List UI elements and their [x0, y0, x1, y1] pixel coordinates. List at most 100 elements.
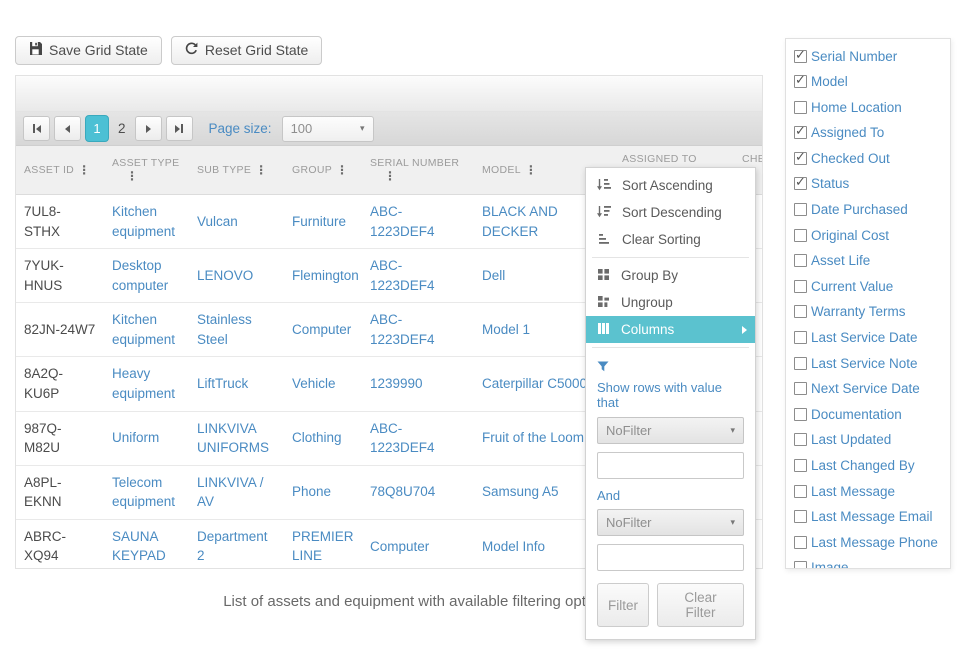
page-size-select[interactable]: 100 ▾ [282, 116, 374, 142]
cell-sub-type: LINKVIVA UNIFORMS [189, 412, 284, 465]
columns-icon [597, 322, 610, 338]
checkbox[interactable] [794, 126, 807, 139]
checkbox[interactable] [794, 305, 807, 318]
column-toggle-documentation[interactable]: Documentation [794, 405, 950, 423]
cell-group: Flemington [284, 249, 362, 302]
checkbox[interactable] [794, 561, 807, 569]
column-toggle-last-service-note[interactable]: Last Service Note [794, 354, 950, 372]
column-toggle-next-service-date[interactable]: Next Service Date [794, 380, 950, 398]
column-header-sub-type[interactable]: SUB TYPE ⋮ [189, 146, 284, 194]
filter-operator-select-1[interactable]: NoFilter ▾ [597, 417, 744, 444]
column-toggle-original-cost[interactable]: Original Cost [794, 226, 950, 244]
column-context-menu: Sort Ascending Sort Descending Clear Sor… [585, 167, 756, 640]
column-header-asset-id[interactable]: ASSET ID ⋮ [16, 146, 104, 194]
cell-asset-id: 7YUK-HNUS [16, 249, 104, 302]
column-toggle-status[interactable]: Status [794, 175, 950, 193]
checkbox[interactable] [794, 75, 807, 88]
checkbox[interactable] [794, 331, 807, 344]
page-2-button[interactable]: 2 [113, 121, 131, 136]
filter-operator-select-2[interactable]: NoFilter ▾ [597, 509, 744, 536]
menu-item-group-by[interactable]: Group By [586, 262, 755, 289]
menu-divider [592, 347, 749, 348]
checkbox[interactable] [794, 485, 807, 498]
menu-item-sort-descending[interactable]: Sort Descending [586, 199, 755, 226]
checkbox[interactable] [794, 203, 807, 216]
cell-asset-type: Desktop computer [104, 249, 189, 302]
cell-serial-number: 78Q8U704 [362, 466, 474, 519]
column-toggle-asset-life[interactable]: Asset Life [794, 252, 950, 270]
filter-value-input-2[interactable] [597, 544, 744, 571]
column-menu-icon[interactable]: ⋮ [255, 163, 267, 177]
checkbox[interactable] [794, 433, 807, 446]
column-header-group[interactable]: GROUP ⋮ [284, 146, 362, 194]
filter-title: Show rows with value that [597, 380, 744, 410]
column-toggle-checked-out[interactable]: Checked Out [794, 149, 950, 167]
cell-sub-type: LINKVIVA / AV [189, 466, 284, 519]
menu-item-sort-ascending[interactable]: Sort Ascending [586, 172, 755, 199]
column-menu-icon[interactable]: ⋮ [525, 163, 537, 177]
save-icon [29, 42, 42, 58]
save-grid-state-button[interactable]: Save Grid State [15, 36, 162, 65]
column-menu-icon[interactable]: ⋮ [336, 163, 348, 177]
checkbox[interactable] [794, 536, 807, 549]
page-size-value: 100 [291, 121, 313, 136]
checkbox[interactable] [794, 101, 807, 114]
cell-group: Vehicle [284, 357, 362, 410]
cell-group: Phone [284, 466, 362, 519]
previous-page-button[interactable] [54, 116, 81, 141]
clear-filter-button[interactable]: Clear Filter [657, 583, 744, 627]
filter-button[interactable]: Filter [597, 583, 649, 627]
column-toggle-clipped[interactable]: Image [794, 559, 950, 569]
checkbox[interactable] [794, 280, 807, 293]
checkbox[interactable] [794, 177, 807, 190]
column-toggle-last-service-date[interactable]: Last Service Date [794, 329, 950, 347]
column-menu-icon[interactable]: ⋮ [384, 169, 396, 183]
caption-text: List of assets and equipment with availa… [223, 593, 633, 610]
checkbox[interactable] [794, 152, 807, 165]
column-toggle-home-location[interactable]: Home Location [794, 98, 950, 116]
menu-item-clear-sorting[interactable]: Clear Sorting [586, 226, 755, 253]
column-toggle-last-message-phone[interactable]: Last Message Phone [794, 533, 950, 551]
checkbox[interactable] [794, 357, 807, 370]
column-header-asset-type[interactable]: ASSET TYPE ⋮ [104, 146, 189, 194]
filter-value-input-1[interactable] [597, 452, 744, 479]
column-toggle-last-updated[interactable]: Last Updated [794, 431, 950, 449]
column-toggle-warranty-terms[interactable]: Warranty Terms [794, 303, 950, 321]
page-1-button[interactable]: 1 [85, 115, 109, 142]
cell-asset-type: SAUNA KEYPAD [104, 520, 189, 569]
column-toggle-assigned-to[interactable]: Assigned To [794, 124, 950, 142]
menu-item-ungroup[interactable]: Ungroup [586, 289, 755, 316]
refresh-icon [185, 42, 198, 58]
menu-item-columns[interactable]: Columns [586, 316, 755, 343]
cell-asset-type: Telecom equipment [104, 466, 189, 519]
checkbox[interactable] [794, 382, 807, 395]
next-page-icon [146, 125, 151, 133]
filter-and-label: And [597, 488, 744, 503]
column-toggle-serial-number[interactable]: Serial Number [794, 47, 950, 65]
column-toggle-current-value[interactable]: Current Value [794, 277, 950, 295]
column-toggle-last-message[interactable]: Last Message [794, 482, 950, 500]
last-page-button[interactable] [166, 116, 193, 141]
chevron-down-icon: ▾ [730, 425, 735, 436]
next-page-button[interactable] [135, 116, 162, 141]
cell-asset-id: 7UL8-STHX [16, 195, 104, 248]
reset-grid-state-button[interactable]: Reset Grid State [171, 36, 323, 65]
column-menu-icon[interactable]: ⋮ [78, 163, 90, 177]
column-menu-icon[interactable]: ⋮ [126, 169, 138, 183]
first-page-button[interactable] [23, 116, 50, 141]
checkbox[interactable] [794, 510, 807, 523]
checkbox[interactable] [794, 229, 807, 242]
checkbox[interactable] [794, 408, 807, 421]
checkbox[interactable] [794, 50, 807, 63]
checkbox[interactable] [794, 459, 807, 472]
column-header-serial-number[interactable]: SERIAL NUMBER ⋮ [362, 146, 474, 194]
column-toggle-model[interactable]: Model [794, 73, 950, 91]
cell-asset-type: Uniform [104, 412, 189, 465]
column-toggle-date-purchased[interactable]: Date Purchased [794, 201, 950, 219]
reset-grid-state-label: Reset Grid State [205, 42, 309, 58]
checkbox[interactable] [794, 254, 807, 267]
save-grid-state-label: Save Grid State [49, 42, 148, 58]
cell-asset-type: Kitchen equipment [104, 195, 189, 248]
column-toggle-last-changed-by[interactable]: Last Changed By [794, 457, 950, 475]
column-toggle-last-message-email[interactable]: Last Message Email [794, 508, 950, 526]
